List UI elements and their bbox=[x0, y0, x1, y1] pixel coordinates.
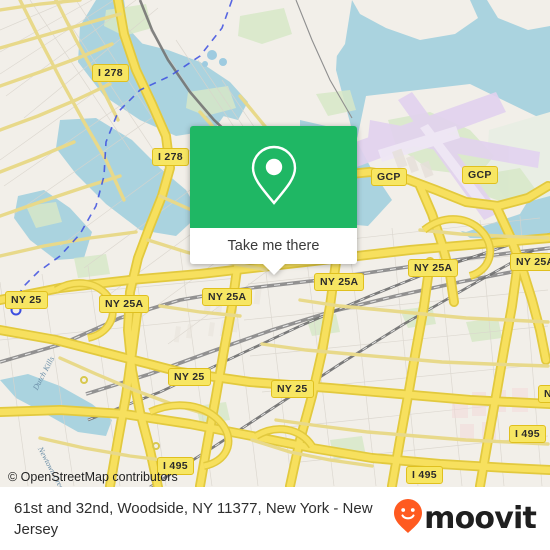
moovit-smiley-pin-icon bbox=[393, 498, 423, 539]
popup-header bbox=[190, 126, 357, 228]
map-pin-icon bbox=[249, 144, 299, 211]
road-shield: NY 25A bbox=[202, 288, 253, 306]
road-shield: NY 25 bbox=[271, 380, 314, 398]
footer-bar: 61st and 32nd, Woodside, NY 11377, New Y… bbox=[0, 487, 550, 550]
road-shield: NY 25 bbox=[538, 385, 550, 403]
road-shield: I 495 bbox=[509, 425, 546, 443]
popup-footer[interactable]: Take me there bbox=[190, 228, 357, 275]
road-shield: I 495 bbox=[406, 466, 443, 484]
road-shield: NY 25A bbox=[314, 273, 365, 291]
osm-attribution[interactable]: © OpenStreetMap contributors bbox=[8, 470, 178, 484]
map-marker-popup[interactable]: Take me there bbox=[190, 126, 357, 275]
road-shield: NY 25A bbox=[408, 259, 459, 277]
road-shield: GCP bbox=[462, 166, 498, 184]
road-shield: NY 25A bbox=[510, 253, 550, 271]
moovit-wordmark: moovit bbox=[424, 500, 537, 536]
road-shield: I 278 bbox=[92, 64, 129, 82]
moovit-logo[interactable]: moovit bbox=[393, 498, 537, 539]
popup-pointer-triangle bbox=[262, 264, 285, 275]
road-shield: NY 25A bbox=[99, 295, 150, 313]
road-shield: NY 25 bbox=[5, 291, 48, 309]
road-shield: NY 25 bbox=[168, 368, 211, 386]
moovit-map-screenshot: I 278 I 278 GCP GCP NY 25A NY 25A NY 25A NY 25A… bbox=[0, 0, 550, 550]
location-title: 61st and 32nd, Woodside, NY 11377, New Y… bbox=[14, 499, 373, 538]
take-me-there-label: Take me there bbox=[227, 238, 320, 254]
road-shield: I 278 bbox=[152, 148, 189, 166]
road-shield: GCP bbox=[371, 168, 407, 186]
